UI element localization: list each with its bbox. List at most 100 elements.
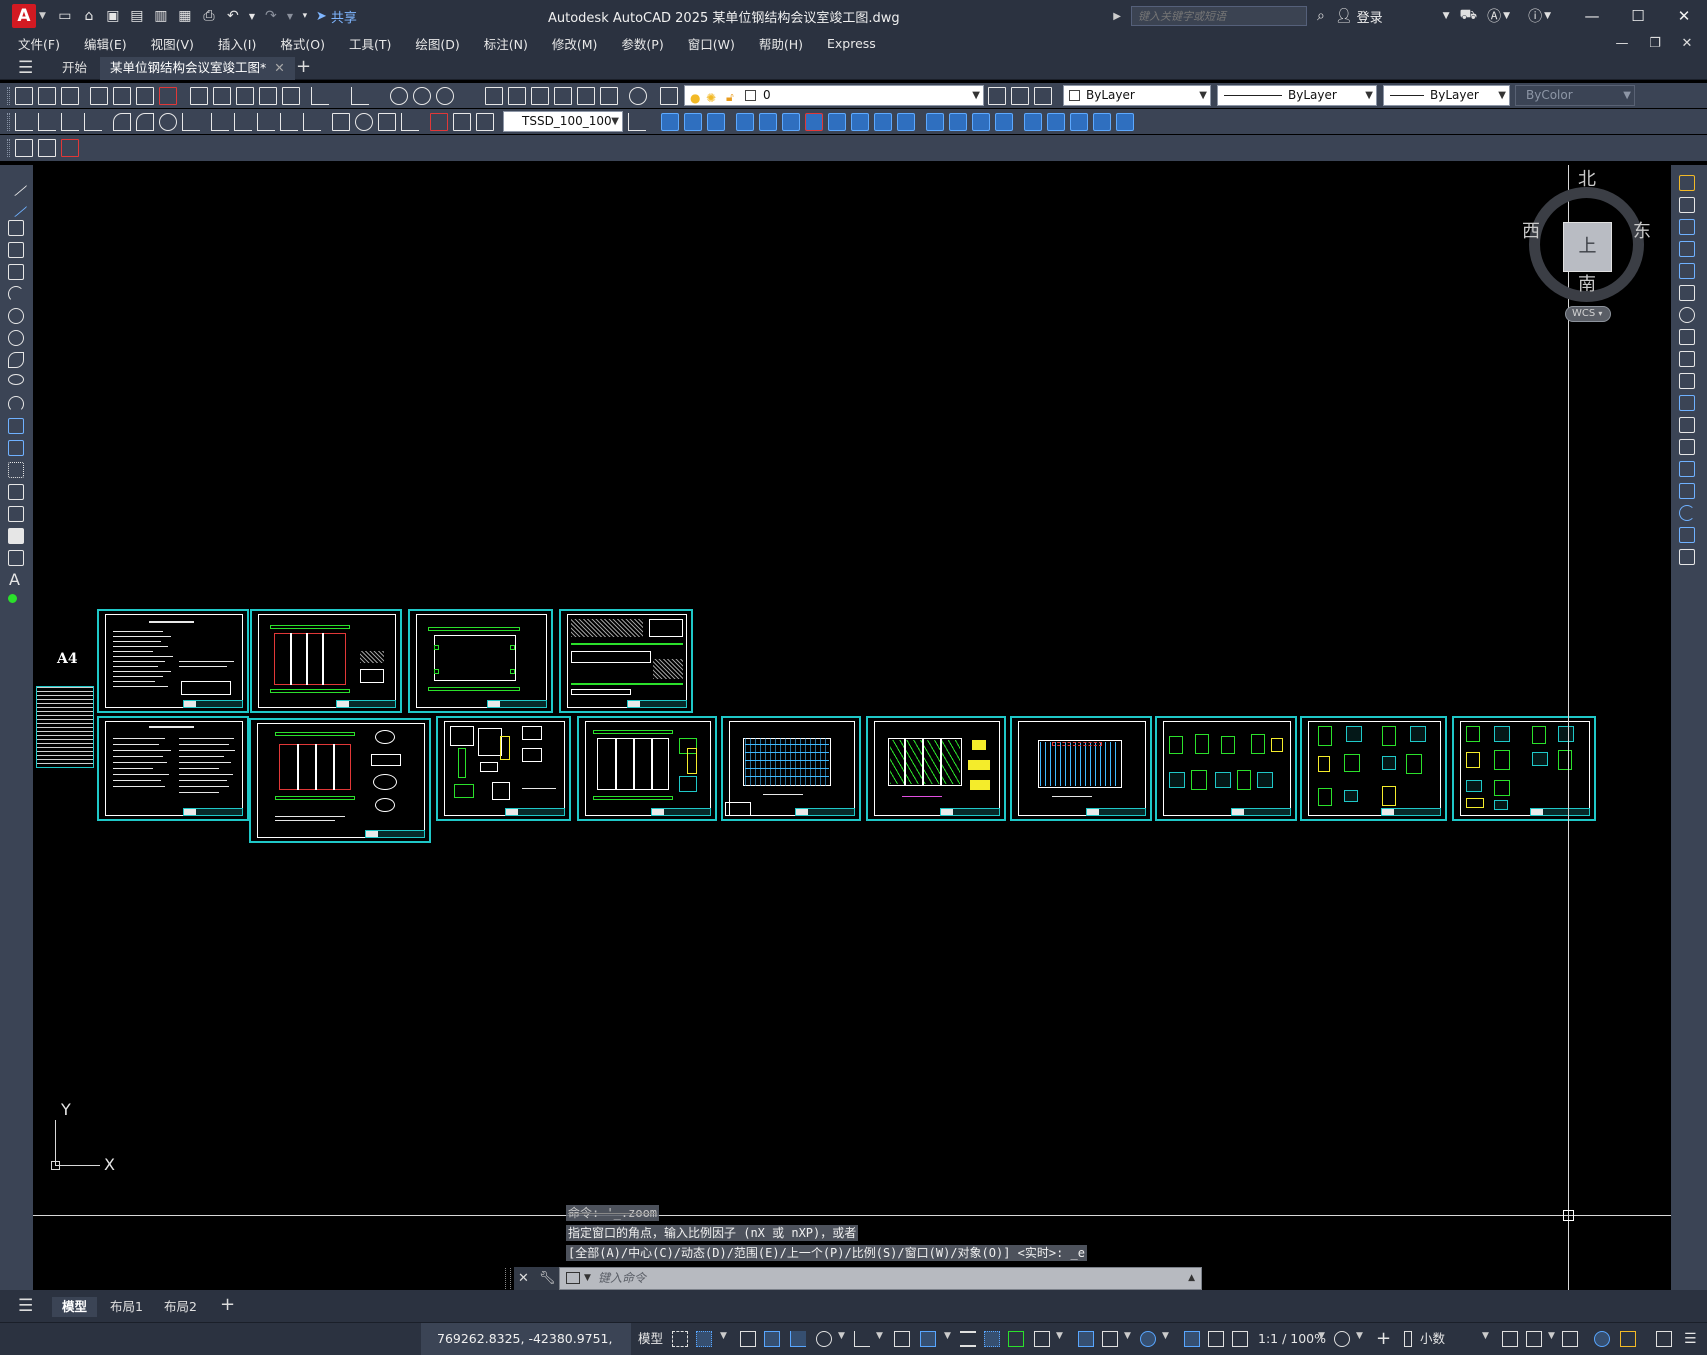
command-line-grip[interactable] [505,1268,511,1289]
scale-icon[interactable] [1679,329,1695,345]
fullscreen-icon[interactable] [1656,1331,1672,1347]
tab-model[interactable]: 模型 [52,1297,98,1317]
menu-parametric[interactable]: 参数(P) [621,34,663,53]
compass-south[interactable]: 南 [1578,270,1596,296]
undo-icon[interactable] [311,87,329,105]
close-tab-icon[interactable]: ✕ [274,60,284,75]
redo-icon[interactable] [351,87,369,105]
ellipse-icon[interactable] [8,374,24,385]
menu-help[interactable]: 帮助(H) [759,34,803,53]
help-icon[interactable]: ⓘ [1528,6,1542,26]
hatch-icon[interactable] [8,484,24,500]
drawing-sheet[interactable] [577,716,717,821]
dynamic-input-icon[interactable] [764,1331,780,1347]
dimension-style-arrow-icon[interactable]: ▼ [611,112,619,131]
redo-dropdown-icon[interactable]: ▼ [286,7,294,25]
dynamic-ucs-icon[interactable] [1078,1331,1094,1347]
gizmo-dropdown-icon[interactable]: ▼ [1162,1331,1169,1341]
annotation-scale-icon[interactable] [1232,1331,1248,1347]
inspect-icon[interactable] [378,113,396,131]
rotate-icon[interactable] [1679,307,1695,323]
new-icon[interactable] [15,87,33,105]
join-icon[interactable] [1679,461,1695,477]
linear-dimension-icon[interactable] [15,113,33,131]
linetype-dropdown-arrow-icon[interactable]: ▼ [1365,86,1373,105]
drawing-sheet[interactable] [1300,716,1447,821]
measure-icon[interactable] [1116,113,1134,131]
workspace-dropdown-icon[interactable]: ▼ [1356,1331,1363,1341]
design-center-icon[interactable] [508,87,526,105]
help-search-input[interactable] [1130,6,1307,26]
recent-commands-caret-icon[interactable]: ▼ [584,1268,591,1289]
menu-tools[interactable]: 工具(T) [349,34,391,53]
open-web-icon[interactable]: ▥ [152,7,170,25]
copy-object-icon[interactable] [684,113,702,131]
rotate-icon[interactable] [805,113,823,131]
chamfer-icon[interactable] [1679,483,1695,499]
break-icon[interactable] [926,113,944,131]
osnap-dropdown-icon[interactable]: ▼ [944,1331,951,1341]
search-icon[interactable]: ⌕ [1317,8,1325,24]
toolbar-grip[interactable] [7,113,10,131]
block-editor-icon[interactable] [282,87,300,105]
isodraft-dropdown-icon[interactable]: ▼ [876,1331,883,1341]
circle-icon[interactable] [8,308,24,324]
fillet-icon[interactable] [1679,505,1695,521]
arc-icon[interactable] [8,286,24,302]
isolate-objects-icon[interactable] [1562,1331,1578,1347]
menu-view[interactable]: 视图(V) [151,34,194,53]
clean-screen-toggle-icon[interactable] [1620,1331,1636,1347]
ortho-icon[interactable] [790,1331,806,1347]
trim-icon[interactable] [874,113,892,131]
dimension-edit-icon[interactable] [430,113,448,131]
draw-order-icon[interactable] [1047,113,1065,131]
sheet-set-icon[interactable] [554,87,572,105]
menu-express[interactable]: Express [827,36,876,51]
layer-on-bulb-icon[interactable]: ● [690,89,700,108]
mirror-icon[interactable] [707,113,725,131]
compass-north[interactable]: 北 [1578,165,1596,191]
move-icon[interactable] [1679,285,1695,301]
polygon-icon[interactable] [8,242,24,258]
blend-curves-icon[interactable] [1679,527,1695,543]
status-customize-icon[interactable]: ☰ [1684,1323,1697,1355]
close-command-line-icon[interactable]: ✕ [518,1271,529,1286]
radius-dimension-icon[interactable] [113,113,131,131]
add-selected-icon[interactable] [8,594,17,603]
new-tab-icon[interactable]: + [296,56,311,77]
array-icon[interactable] [1679,263,1695,279]
pan-icon[interactable] [390,87,408,105]
command-prompt-icon[interactable] [566,1272,580,1284]
layer-properties-icon[interactable] [660,87,678,105]
layer-previous-icon[interactable] [1011,87,1029,105]
menu-dimension[interactable]: 标注(N) [484,34,528,53]
tab-layout2[interactable]: 布局2 [154,1297,207,1317]
line-icon[interactable] [4,173,28,197]
drawing-sheet[interactable] [97,716,249,821]
explode-icon[interactable] [1024,113,1042,131]
selection-cycling-icon[interactable] [1008,1331,1024,1347]
stretch-icon[interactable] [851,113,869,131]
plot-preview-icon[interactable] [113,87,131,105]
lineweight-dropdown[interactable]: ByLayer ▼ [1383,85,1510,106]
dimension-style-manager-icon[interactable] [628,113,646,131]
menu-edit[interactable]: 编辑(E) [84,34,127,53]
help-dropdown-icon[interactable]: ▼ [1544,11,1551,21]
drawing-sheet[interactable] [250,609,402,713]
gizmo-icon[interactable] [1140,1331,1156,1347]
3d-osnap-dropdown-icon[interactable]: ▼ [1056,1331,1063,1341]
arc-length-icon[interactable] [61,113,79,131]
layer-dropdown[interactable]: ● ✺ 🔓︎ 0 ▼ [684,85,984,106]
quick-properties-icon[interactable] [1502,1331,1518,1347]
doc-minimize-icon[interactable]: — [1607,32,1637,54]
array-icon[interactable] [759,113,777,131]
multiline-text-icon[interactable]: A [9,570,20,589]
tolerance-icon[interactable] [332,113,350,131]
layout-menu-icon[interactable]: ☰ [18,1296,33,1316]
command-input[interactable]: ▼ 键入命令 ▲ [559,1267,1202,1290]
center-mark-icon[interactable] [355,113,373,131]
offset-icon[interactable] [736,113,754,131]
annotation-scale-value[interactable]: 1:1 / 100% [1258,1323,1326,1355]
compass-east[interactable]: 东 [1633,217,1651,243]
menu-window[interactable]: 窗口(W) [688,34,735,53]
